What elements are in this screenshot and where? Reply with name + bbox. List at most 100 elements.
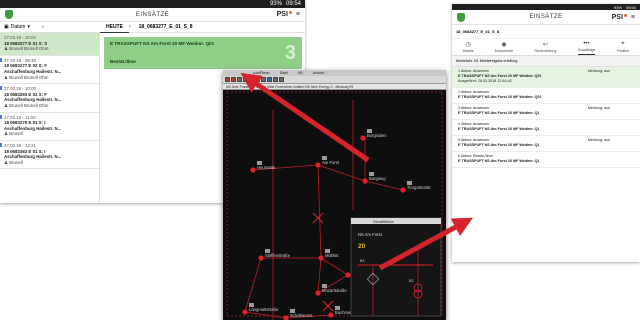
- tab-schaltfolge[interactable]: ••• Schaltfolge: [577, 39, 596, 55]
- dots-icon: •••: [583, 41, 590, 47]
- selected-order-card[interactable]: E TRASSPUFT NS Am Forst 20 MF Weidmr. Q0…: [104, 37, 302, 69]
- order-list: 27.03.18 - 10:00 18 0683277 E 01 S: S ♟ Br…: [0, 33, 100, 203]
- station-label: Am Forst: [322, 160, 340, 165]
- window-toolbar: [223, 76, 446, 84]
- toolbar-button[interactable]: [249, 77, 254, 82]
- tab-details[interactable]: ◷ Details: [463, 39, 474, 55]
- toolbar-button[interactable]: [237, 77, 242, 82]
- sequence-target: E TRASSPUFT NS Am Forst 20 MF Weidmr. Q0…: [458, 74, 542, 78]
- tab-label: Position: [616, 49, 630, 53]
- sequence-status: Meldung: aus: [587, 69, 610, 73]
- station-label: Tiergartenstr.: [407, 185, 432, 190]
- chevron-left-icon[interactable]: ‹: [42, 24, 44, 30]
- chevron-down-icon: ▾: [27, 24, 30, 30]
- toolbar-button[interactable]: [243, 77, 248, 82]
- station-label: Burgraben: [367, 133, 387, 138]
- sequence-item[interactable]: 6 Aktion: Bestät./Ilme E TRASSPUFT NS Am …: [452, 152, 640, 168]
- sequence-target: E TRASSPUFT NS Am Forst 20 MF Weidmr. Q0…: [458, 95, 542, 99]
- station-node[interactable]: [328, 312, 334, 318]
- app-header: EINSÄTZE PSI ≡: [0, 8, 305, 22]
- toolbar-button[interactable]: [279, 77, 284, 82]
- app-header: EINSÄTZE PSI ≡: [452, 10, 640, 25]
- card-number: 3: [284, 42, 296, 64]
- station-node[interactable]: [362, 178, 368, 184]
- sequence-item[interactable]: 3 Aktion: Anweisen Meldung: aus E TRASSPUF…: [452, 104, 640, 120]
- calendar-icon: ▣: [4, 24, 9, 30]
- toolbar-button[interactable]: [267, 77, 272, 82]
- network-map[interactable]: Burgraben Heumatte Am Forst Burgweg Tiergart…: [223, 90, 446, 320]
- sequence-target: E TRASSPUFT NS Am Forst 20 MF Weidmr. Q1: [458, 127, 540, 131]
- date-filter[interactable]: ▣ Datum ▾ ‹: [0, 24, 100, 30]
- sequence-item[interactable]: 1 Aktion: Anweisen Meldung: aus E TRASSPUF…: [452, 67, 640, 88]
- toolbar-button[interactable]: [231, 77, 236, 82]
- desktop-network-window: sumPlaner Datei NS Ansicht NS Netz Frankfur…: [223, 70, 446, 320]
- battery-label: 93%: [613, 4, 622, 10]
- app-title: EINSÄTZE: [529, 14, 563, 20]
- sequence-header: Meldefahr. 0/1 Meldefreigabe erteilung: [452, 56, 640, 67]
- station-node[interactable]: [258, 255, 264, 261]
- window-menu-item[interactable]: Datei: [280, 71, 288, 75]
- battery-label: 93%: [269, 1, 282, 7]
- station-node[interactable]: [345, 272, 351, 278]
- list-item[interactable]: 27.03.18 - 08:45 18 0683277 E 02 S: F Asch…: [0, 56, 99, 85]
- list-item[interactable]: 27.03.18 - 10:00 18 0683277 E 01 S: S ♟ Br…: [0, 33, 99, 56]
- tab-position[interactable]: ⌖ Position: [617, 39, 630, 55]
- item-assignee: ♟ Brunell: [4, 131, 23, 137]
- sequence-item[interactable]: 2 Aktion: Anweisen E TRASSPUFT NS Am Fors…: [452, 88, 640, 104]
- station-node[interactable]: [250, 167, 256, 173]
- tab-label: Schaltfolge: [577, 48, 596, 52]
- list-item[interactable]: 27.03.18 - 10:00 18 0683293 E 02 S: F Asch…: [0, 84, 99, 113]
- station-label: Mozartstraße: [322, 288, 347, 293]
- list-item[interactable]: 27.03.18 - 13:21 18 0683363 E 01 S: I Asch…: [0, 141, 99, 170]
- status-bar: 93% 09:54: [0, 0, 305, 8]
- toolbar-button[interactable]: [225, 77, 230, 82]
- eye-icon: ◉: [501, 42, 507, 48]
- window-menu-item[interactable]: sumPlaner: [253, 71, 270, 75]
- card-title: E TRASSPUFT NS Am Forst 20 MF Weidmr. Q0…: [110, 41, 215, 46]
- list-toolbar: ▣ Datum ▾ ‹ HEUTE › 18_0683277_E_01_S_8: [0, 22, 305, 33]
- list-item[interactable]: 27.03.18 - 11:00 18 0683270 E 01 S: I Asch…: [0, 113, 99, 141]
- detail-tabs: ◷ Details ◉ Dokumente ↩ Rückmeldung ••• Schaltf…: [452, 39, 640, 56]
- popup-value: 20: [358, 243, 366, 250]
- app-title: EINSÄTZE: [135, 11, 170, 18]
- card-state: Bestät./Ilme: [110, 59, 136, 64]
- station-node[interactable]: [315, 162, 321, 168]
- flag-icon: [0, 114, 2, 119]
- station-label: Längmattstraße: [249, 307, 279, 312]
- window-menu-item[interactable]: NS: [298, 71, 303, 75]
- station-node[interactable]: [315, 290, 321, 296]
- sequence-status: Meldung: aus: [587, 138, 610, 142]
- sequence-status: Meldung: aus: [587, 106, 610, 110]
- chevron-right-icon[interactable]: ›: [129, 24, 131, 30]
- station-node[interactable]: [318, 255, 324, 261]
- tab-label: Details: [462, 49, 474, 53]
- tab-rückmeldung[interactable]: ↩ Rückmeldung: [534, 39, 556, 55]
- popup-title: Schaltfläche: [373, 220, 394, 224]
- station-node[interactable]: [242, 309, 248, 315]
- flag-icon: [0, 142, 2, 147]
- item-assignee: ♟ Brunell Brunell Ohm: [4, 102, 49, 108]
- window-menu-item[interactable]: Ansicht: [313, 71, 324, 75]
- sequence-item[interactable]: 5 Aktion: Anweisen Meldung: aus E TRASSPUF…: [452, 136, 640, 152]
- toolbar-button[interactable]: [273, 77, 278, 82]
- collage: 93% 09:54 EINSÄTZE PSI ≡ ▣ Datum ▾ ‹ HEU…: [0, 0, 640, 320]
- breadcrumb: 18_0683277_E_01_S_8: [138, 24, 193, 30]
- station-node[interactable]: [360, 135, 366, 141]
- flag-icon: [0, 86, 2, 91]
- tab-dokumente[interactable]: ◉ Dokumente: [495, 39, 513, 55]
- sequence-target: E TRASSPUFT NS Am Forst 20 MF Weidmr. Q1: [458, 111, 540, 115]
- item-assignee: ♟ Brunell Brunell Ohm: [4, 46, 49, 52]
- right-tablet-screen: 93% 09:54 EINSÄTZE PSI ≡ 18_0683277_E_01…: [452, 4, 640, 262]
- time-label: 09:54: [625, 4, 636, 10]
- item-assignee: ♟ Brunell: [4, 159, 23, 165]
- toolbar-button[interactable]: [255, 77, 260, 82]
- tab-label: Dokumente: [494, 49, 514, 53]
- sequence-note: Ausgeführt: 26.03.2018 13:44:42: [458, 79, 512, 83]
- toolbar-button[interactable]: [261, 77, 266, 82]
- sequence-item[interactable]: 4 Aktion: Anweisen E TRASSPUFT NS Am Fors…: [452, 120, 640, 136]
- popup-titlebar: [351, 218, 441, 224]
- station-node[interactable]: [400, 187, 406, 193]
- tab-heute[interactable]: HEUTE: [100, 22, 129, 33]
- clock-icon: ◷: [465, 42, 471, 48]
- station-label: Steffenstraße: [265, 253, 291, 258]
